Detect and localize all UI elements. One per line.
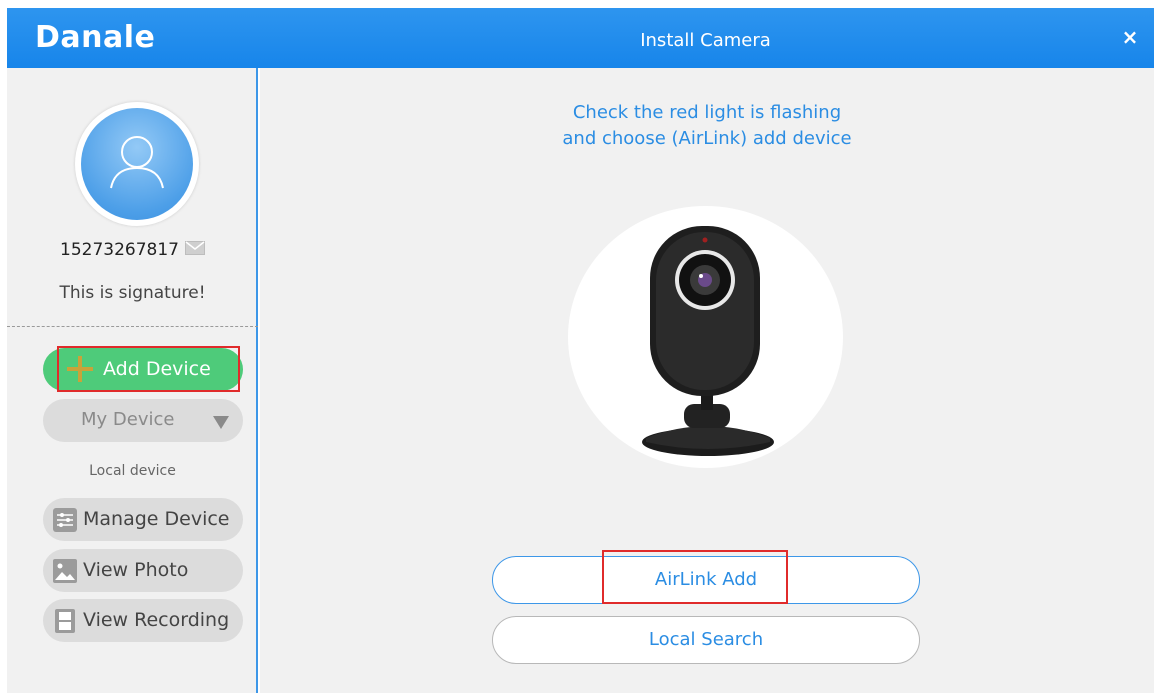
user-avatar-icon [81, 108, 193, 220]
sliders-icon [53, 508, 77, 537]
avatar[interactable] [75, 102, 199, 226]
chevron-down-icon [213, 413, 229, 435]
sidebar-item-manage-device[interactable]: Manage Device [43, 498, 243, 541]
instruction-line-2: and choose (AirLink) add device [562, 128, 852, 149]
photo-icon [53, 559, 77, 588]
local-device-label: Local device [89, 463, 176, 479]
film-icon [53, 609, 77, 638]
highlight-box-airlink [602, 550, 788, 604]
account-row: 15273267817 [7, 240, 258, 260]
sidebar-item-view-recording[interactable]: View Recording [43, 599, 243, 642]
instruction-line-1: Check the red light is flashing [572, 102, 842, 123]
instruction-text: Check the red light is flashing and choo… [260, 100, 1154, 152]
brand-logo: Danale [35, 20, 156, 55]
my-device-label: My Device [81, 409, 175, 430]
title-bar: Danale Install Camera × [7, 8, 1154, 68]
highlight-box-add-device [57, 346, 240, 392]
camera-illustration [568, 206, 843, 468]
sidebar-item-label: View Photo [83, 559, 189, 581]
local-search-button[interactable]: Local Search [492, 616, 920, 664]
close-button[interactable]: × [1120, 26, 1140, 48]
signature-text: This is signature! [59, 283, 206, 303]
dialog-title: Install Camera [640, 30, 771, 51]
mail-icon[interactable] [184, 240, 205, 260]
sidebar-item-label: Manage Device [83, 508, 230, 530]
install-panel: Check the red light is flashing and choo… [260, 68, 1154, 693]
sidebar-item-label: View Recording [83, 609, 230, 631]
camera-icon [642, 226, 774, 456]
divider [7, 326, 258, 327]
phone-number: 15273267817 [60, 240, 179, 260]
my-device-dropdown[interactable]: My Device [43, 399, 243, 442]
sidebar: 15273267817 This is signature! Add Devic… [7, 68, 258, 693]
sidebar-item-view-photo[interactable]: View Photo [43, 549, 243, 592]
